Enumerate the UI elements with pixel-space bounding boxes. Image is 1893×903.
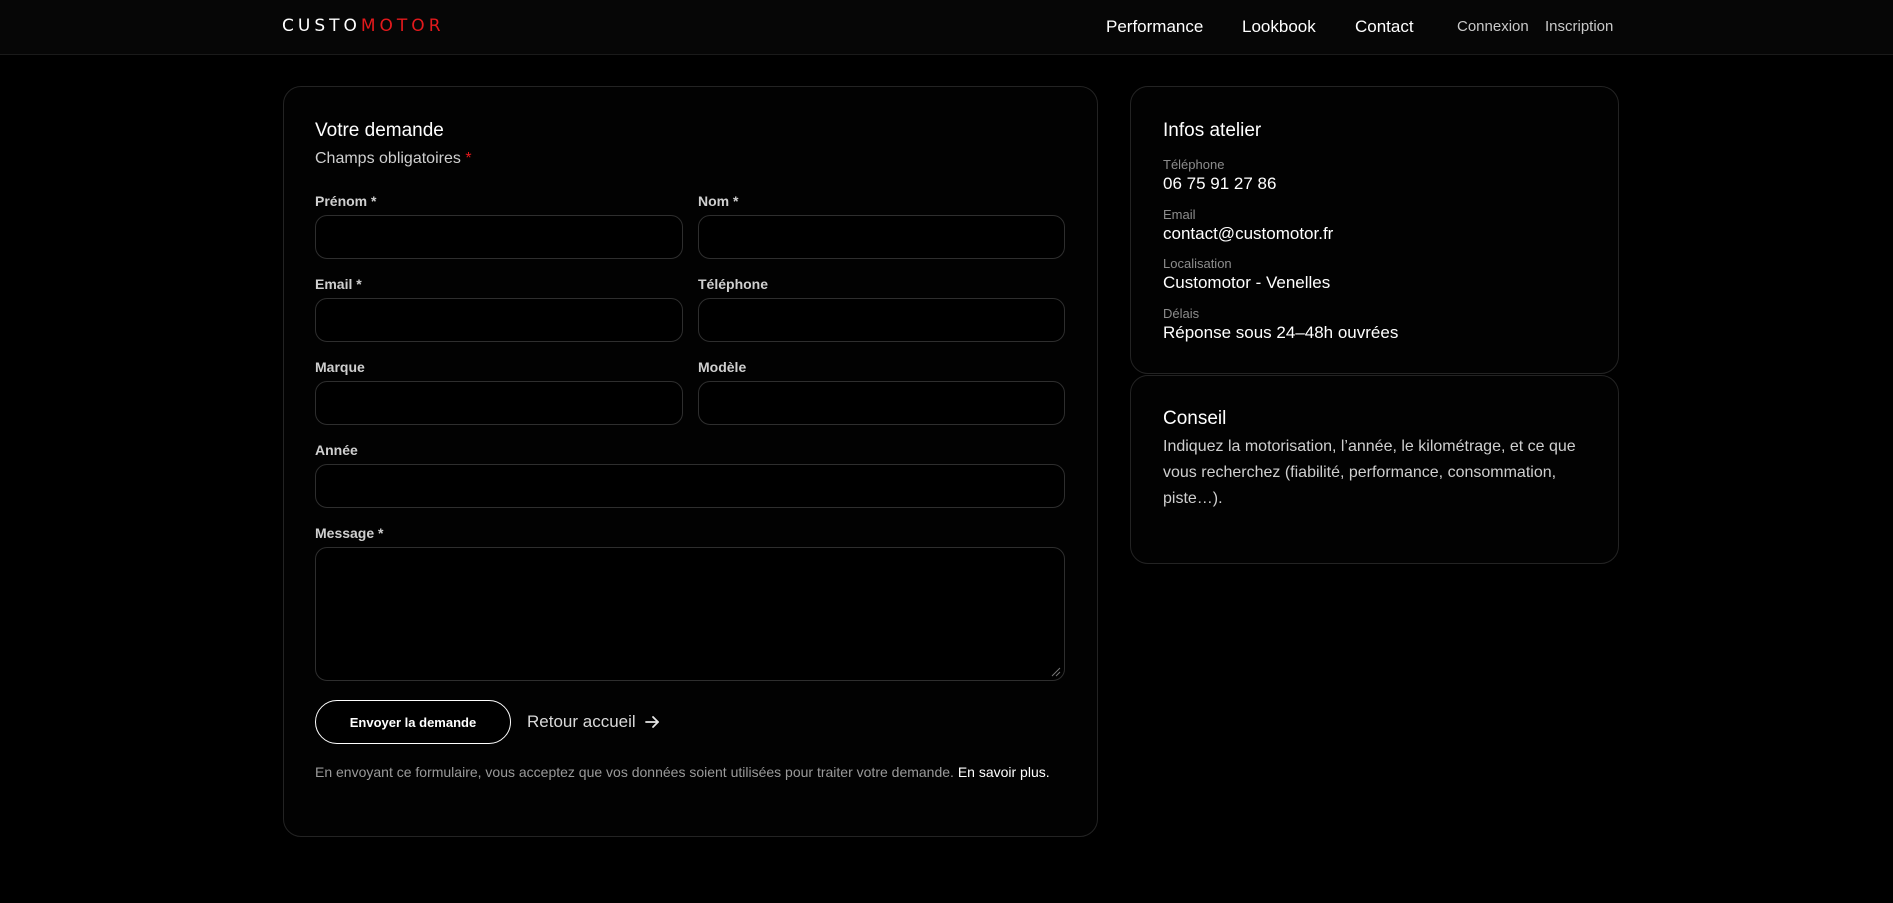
logo-text-custo: CUSTO [282, 16, 361, 36]
label-marque: Marque [315, 359, 365, 375]
submit-button[interactable]: Envoyer la demande [315, 700, 511, 744]
info-label-email: Email [1163, 207, 1196, 222]
label-nom: Nom * [698, 193, 739, 209]
advice-text: Indiquez la motorisation, l’année, le ki… [1163, 438, 1576, 507]
marque-input[interactable] [315, 381, 683, 425]
back-home-link[interactable]: Retour accueil [527, 712, 660, 732]
required-note-text: Champs obligatoires [315, 150, 461, 167]
back-home-label: Retour accueil [527, 712, 636, 731]
label-email: Email * [315, 276, 362, 292]
nav-contact[interactable]: Contact [1355, 17, 1414, 37]
label-prenom: Prénom * [315, 193, 377, 209]
info-label-delay: Délais [1163, 306, 1200, 321]
prenom-input[interactable] [315, 215, 683, 259]
message-textarea[interactable] [315, 547, 1065, 681]
info-value-phone[interactable]: 06 75 91 27 86 [1163, 174, 1276, 194]
nom-input[interactable] [698, 215, 1065, 259]
required-note: Champs obligatoires * [315, 150, 472, 168]
label-telephone: Téléphone [698, 276, 769, 292]
signup-link[interactable]: Inscription [1545, 18, 1613, 35]
label-annee: Année [315, 442, 358, 458]
advice-title: Conseil [1163, 408, 1227, 429]
brand-logo[interactable]: CUSTOMOTOR [282, 16, 445, 36]
required-star: * [465, 150, 472, 167]
info-value-delay: Réponse sous 24–48h ouvrées [1163, 323, 1399, 342]
top-navbar: CUSTOMOTOR Performance Lookbook Contact … [0, 0, 1893, 55]
info-label-location: Localisation [1163, 256, 1232, 271]
annee-input[interactable] [315, 464, 1065, 508]
workshop-info-title: Infos atelier [1163, 120, 1262, 141]
info-label-phone: Téléphone [1163, 157, 1225, 172]
info-value-location: Customotor - Venelles [1163, 273, 1331, 292]
label-message: Message * [315, 525, 384, 541]
arrow-right-icon [644, 716, 659, 728]
resize-grip-icon[interactable] [1051, 667, 1061, 677]
login-link[interactable]: Connexion [1457, 18, 1529, 35]
form-title: Votre demande [315, 120, 444, 141]
logo-text-motor: MOTOR [360, 16, 445, 36]
label-modele: Modèle [698, 359, 747, 375]
legal-notice: En envoyant ce formulaire, vous acceptez… [315, 762, 1055, 783]
email-input[interactable] [315, 298, 683, 342]
telephone-input[interactable] [698, 298, 1065, 342]
legal-more-link[interactable]: En savoir plus. [958, 764, 1050, 780]
modele-input[interactable] [698, 381, 1065, 425]
legal-text: En envoyant ce formulaire, vous acceptez… [315, 764, 958, 780]
info-value-email[interactable]: contact@customotor.fr [1163, 224, 1333, 244]
nav-lookbook[interactable]: Lookbook [1242, 17, 1316, 37]
submit-button-label: Envoyer la demande [349, 714, 477, 730]
nav-performance[interactable]: Performance [1106, 17, 1203, 37]
